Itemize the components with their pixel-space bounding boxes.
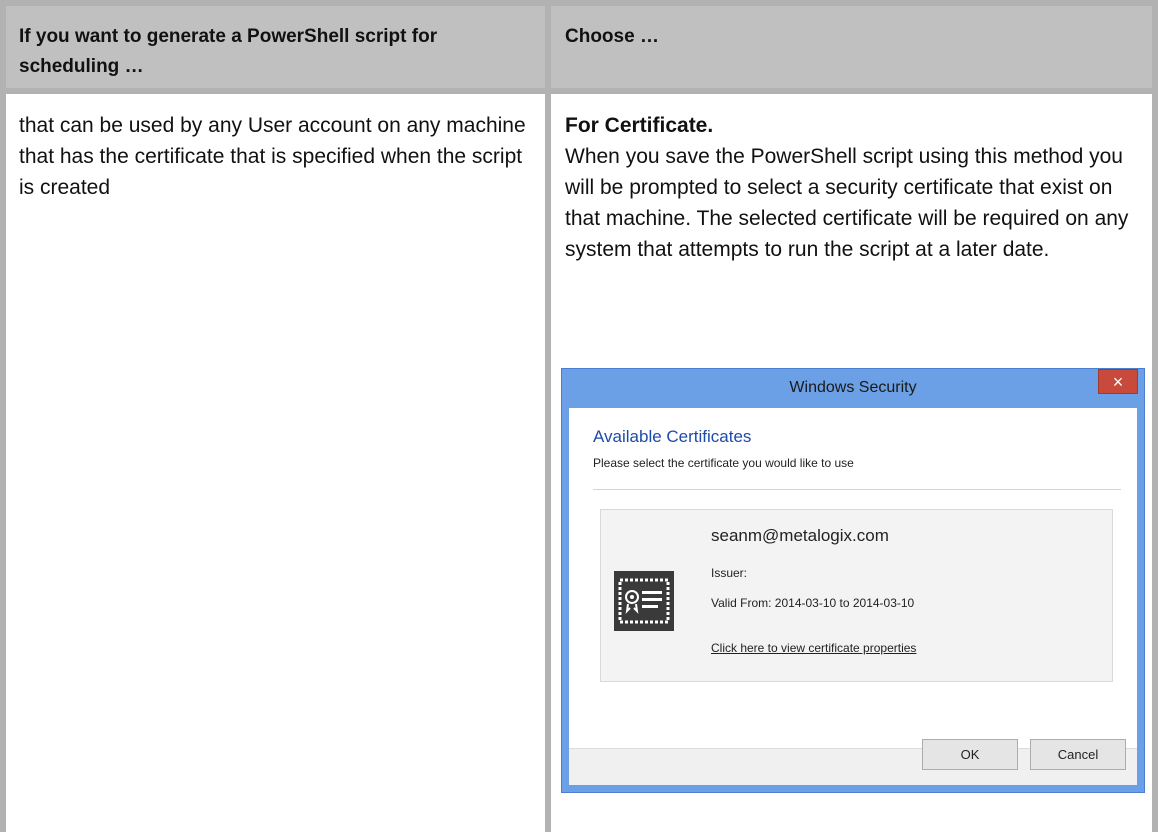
ok-button[interactable]: OK	[922, 739, 1018, 770]
windows-security-dialog: Windows Security × Available Certificate…	[561, 368, 1145, 793]
info-table: If you want to generate a PowerShell scr…	[0, 0, 1158, 832]
table-column-divider	[545, 0, 551, 832]
table-header-divider	[0, 88, 1158, 94]
view-certificate-properties-link[interactable]: Click here to view certificate propertie…	[711, 640, 941, 657]
dialog-subtitle: Please select the certificate you would …	[593, 456, 854, 470]
dialog-footer: OK Cancel	[569, 739, 1137, 785]
dialog-heading: Available Certificates	[593, 427, 752, 446]
table-border-left	[0, 0, 6, 832]
cell-choice-title: For Certificate.	[565, 114, 714, 137]
dialog-body: Available Certificates Please select the…	[569, 408, 1137, 748]
header-cell-condition: If you want to generate a PowerShell scr…	[19, 26, 438, 77]
certificate-issuer: Issuer:	[711, 566, 748, 580]
cell-condition: that can be used by any User account on …	[19, 114, 526, 199]
certificate-icon	[614, 571, 674, 631]
certificate-validity: Valid From: 2014-03-10 to 2014-03-10	[711, 596, 915, 610]
table-border-top	[0, 0, 1158, 6]
cancel-button[interactable]: Cancel	[1030, 739, 1126, 770]
dialog-separator	[593, 489, 1121, 490]
dialog-title: Windows Security	[789, 379, 917, 396]
header-cell-choice: Choose …	[565, 26, 659, 47]
close-icon[interactable]: ×	[1098, 369, 1138, 394]
certificate-subject: seanm@metalogix.com	[711, 526, 889, 545]
table-border-right	[1152, 0, 1158, 832]
certificate-tile[interactable]: seanm@metalogix.com Issuer: Valid From: …	[600, 509, 1113, 682]
cell-choice-description: When you save the PowerShell script usin…	[565, 145, 1129, 261]
